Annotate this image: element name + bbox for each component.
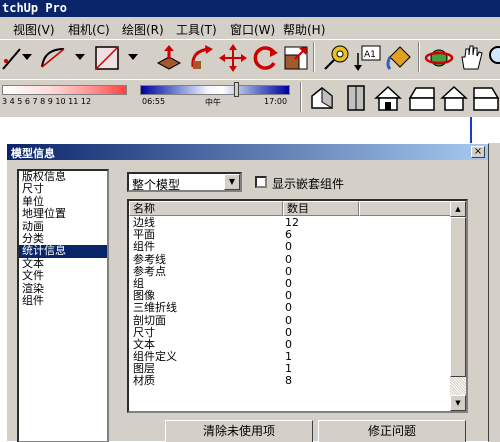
orbit-icon[interactable] (424, 43, 454, 73)
menu-help[interactable]: 帮助(H) (283, 21, 325, 38)
menu-view[interactable]: 视图(V) (13, 21, 55, 38)
category-item-geo-location[interactable]: 地理位置 (19, 207, 107, 220)
statistics-rows: 边线 12 平面 6 组件 0 参考线 0 参考点 0 组0 图像 0 三维折线 0 剖切面 0… (129, 216, 451, 388)
show-nested-checkbox[interactable] (255, 176, 267, 188)
pan-icon[interactable] (456, 43, 486, 73)
table-row: 参考线 0 (129, 252, 451, 266)
month-tick-labels: 3 4 5 6 7 8 9 10 11 12 (2, 97, 92, 106)
category-item-components[interactable]: 组件 (19, 294, 107, 307)
row-name: 三维折线 (133, 301, 177, 315)
text-icon[interactable]: A1 (352, 43, 382, 73)
model-info-dialog: 模型信息 × 版权信息 尺寸 单位 地理位置 动画 分类 统计信息 文本 文件 … (6, 143, 489, 442)
scroll-down-icon[interactable]: ▼ (450, 395, 466, 411)
rotate-icon[interactable] (250, 43, 280, 73)
table-row: 三维折线 0 (129, 302, 451, 314)
scale-icon[interactable] (281, 43, 311, 73)
zoom-icon[interactable] (486, 43, 500, 73)
arc-tool-icon[interactable] (38, 43, 68, 73)
scrollbar-thumb[interactable] (450, 217, 466, 377)
drawing-area[interactable] (0, 117, 500, 143)
time-slider-thumb[interactable] (234, 82, 239, 97)
right-view-icon[interactable] (406, 82, 438, 114)
shadow-toolbar: 3 4 5 6 7 8 9 10 11 12 06:55 中午 17:00 (0, 79, 500, 117)
menu-bar: 视图(V) 相机(C) 绘图(R) 工具(T) 窗口(W) 帮助(H) (0, 17, 500, 39)
front-view-icon[interactable] (372, 82, 404, 114)
move-icon[interactable] (218, 43, 248, 73)
dialog-title-bar[interactable]: 模型信息 × (7, 144, 488, 160)
row-count: 0 (285, 301, 292, 315)
push-pull-icon[interactable] (154, 43, 184, 73)
row-name: 剖切面 (133, 313, 166, 327)
row-name: 材质 (133, 374, 155, 388)
column-header-blank (359, 201, 452, 216)
rectangle-tool-icon[interactable] (92, 43, 122, 73)
table-row: 组件 0 (129, 241, 451, 253)
time-slider[interactable] (140, 85, 290, 95)
row-count: 0 (285, 240, 292, 254)
paint-bucket-icon[interactable] (384, 43, 414, 73)
app-title: tchUp Pro (2, 1, 68, 15)
fix-problems-button[interactable]: 修正问题 (318, 420, 466, 442)
column-header-count[interactable]: 数目 (283, 201, 359, 216)
app-title-bar: tchUp Pro (0, 0, 500, 17)
menu-draw[interactable]: 绘图(R) (122, 21, 164, 38)
statistics-table: 名称 数目 边线 12 平面 6 组件 0 参考线 0 参考点 0 组0 图像 0 三维折线… (127, 199, 468, 413)
text-tool-label: A1 (364, 50, 376, 60)
column-header-name[interactable]: 名称 (129, 201, 283, 216)
chevron-down-icon[interactable]: ▼ (224, 174, 240, 190)
statistics-scrollbar[interactable]: ▲ ▼ (450, 201, 466, 411)
top-view-icon[interactable] (340, 82, 372, 114)
follow-me-icon[interactable] (187, 43, 217, 73)
rectangle-dropdown-icon[interactable] (128, 52, 138, 62)
arc-dropdown-icon[interactable] (75, 52, 85, 62)
month-slider[interactable] (2, 85, 127, 95)
menu-camera[interactable]: 相机(C) (68, 21, 110, 38)
category-item-dimensions[interactable]: 尺寸 (19, 182, 107, 195)
line-dropdown-icon[interactable] (22, 52, 32, 62)
menu-tools[interactable]: 工具(T) (176, 21, 217, 38)
row-name: 参考线 (133, 252, 166, 266)
iso-view-icon[interactable] (306, 82, 338, 114)
time-start-label: 06:55 (142, 97, 166, 106)
category-item-file[interactable]: 文件 (19, 269, 107, 282)
main-toolbar: A1 (0, 39, 500, 79)
time-noon-label: 中午 (205, 98, 221, 107)
scope-select-value: 整个模型 (132, 178, 181, 192)
left-view-icon[interactable] (470, 82, 500, 114)
purge-unused-button[interactable]: 清除未使用项 (165, 420, 313, 442)
dialog-close-button[interactable]: × (471, 146, 485, 158)
time-end-label: 17:00 (264, 97, 288, 106)
menu-window[interactable]: 窗口(W) (230, 21, 275, 38)
row-count: 8 (285, 374, 292, 388)
scope-select[interactable]: 整个模型 ▼ (127, 172, 242, 192)
scroll-up-icon[interactable]: ▲ (450, 201, 466, 217)
back-view-icon[interactable] (438, 82, 470, 114)
dialog-title: 模型信息 (11, 147, 55, 160)
tape-measure-icon[interactable] (322, 43, 352, 73)
category-item-statistics[interactable]: 统计信息 (19, 244, 107, 258)
category-list: 版权信息 尺寸 单位 地理位置 动画 分类 统计信息 文本 文件 渲染 组件 (17, 169, 109, 442)
table-row: 剖切面 0 (129, 313, 451, 327)
table-row: 材质 8 (129, 375, 451, 387)
row-count: 0 (285, 313, 292, 327)
show-nested-label: 显示嵌套组件 (272, 177, 345, 191)
row-count: 0 (285, 252, 292, 266)
row-name: 组件 (133, 240, 155, 254)
